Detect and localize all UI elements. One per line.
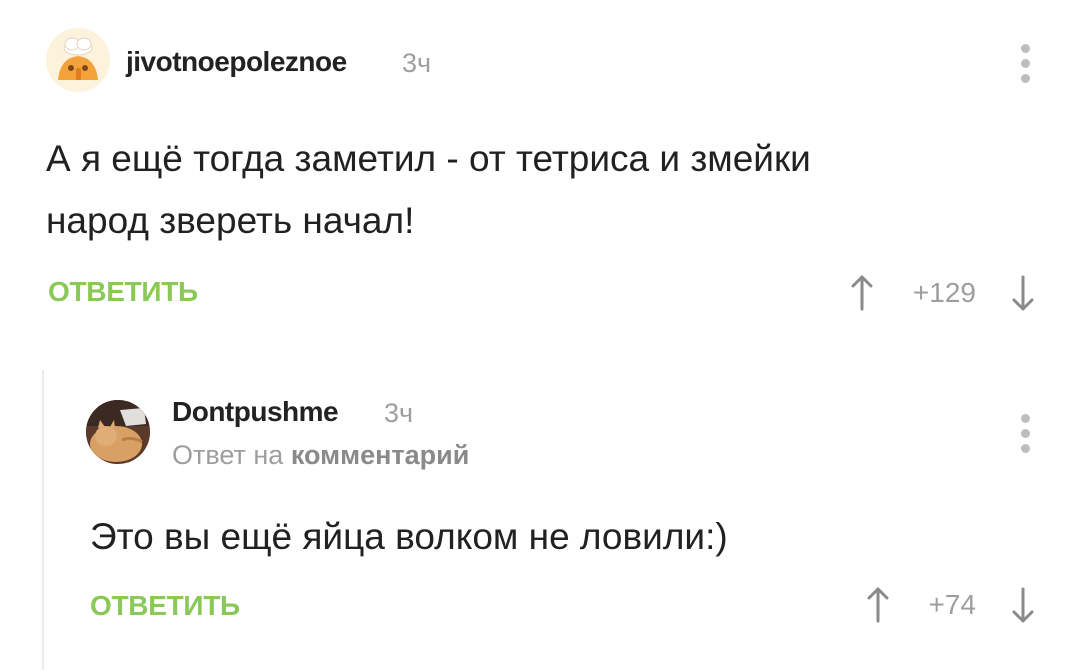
score: +129 (912, 277, 976, 308)
vote-controls: +129 (845, 268, 1040, 318)
reply-to-link[interactable]: комментарий (291, 440, 470, 470)
score: +74 (928, 589, 977, 620)
more-options-icon[interactable] (1018, 414, 1032, 453)
upvote-arrow-icon[interactable] (845, 268, 879, 318)
reply-button[interactable]: ОТВЕТИТЬ (48, 276, 198, 308)
avatar[interactable] (86, 400, 150, 464)
comment-text-line: Это вы ещё яйца волком не ловили:) (90, 516, 728, 557)
avatar[interactable] (46, 28, 110, 92)
cartoon-chick-avatar-icon (46, 28, 110, 92)
username[interactable]: Dontpushme (172, 396, 339, 428)
comment: jivotnoepoleznoe 3ч А я ещё тогда замети… (0, 0, 1080, 340)
upvote-arrow-icon[interactable] (861, 580, 895, 630)
downvote-arrow-icon[interactable] (1006, 580, 1040, 630)
timestamp: 3ч (384, 398, 414, 428)
comment-text-line: А я ещё тогда заметил - от тетриса и зме… (46, 138, 811, 179)
downvote-arrow-icon[interactable] (1006, 268, 1040, 318)
username[interactable]: jivotnoepoleznoe (126, 46, 347, 78)
more-options-icon[interactable] (1018, 44, 1032, 83)
comment-text: А я ещё тогда заметил - от тетриса и зме… (46, 128, 1026, 252)
reply-button[interactable]: ОТВЕТИТЬ (90, 590, 240, 622)
comment-text-line: народ звереть начал! (46, 200, 415, 241)
vote-controls: +74 (861, 580, 1041, 630)
comment-text: Это вы ещё яйца волком не ловили:) (90, 506, 1030, 568)
timestamp: 3ч (402, 48, 432, 78)
reply-to-prefix: Ответ на (172, 440, 284, 470)
reply-to-info: Ответ на комментарий (172, 440, 469, 471)
cat-photo-avatar-icon (86, 400, 150, 464)
